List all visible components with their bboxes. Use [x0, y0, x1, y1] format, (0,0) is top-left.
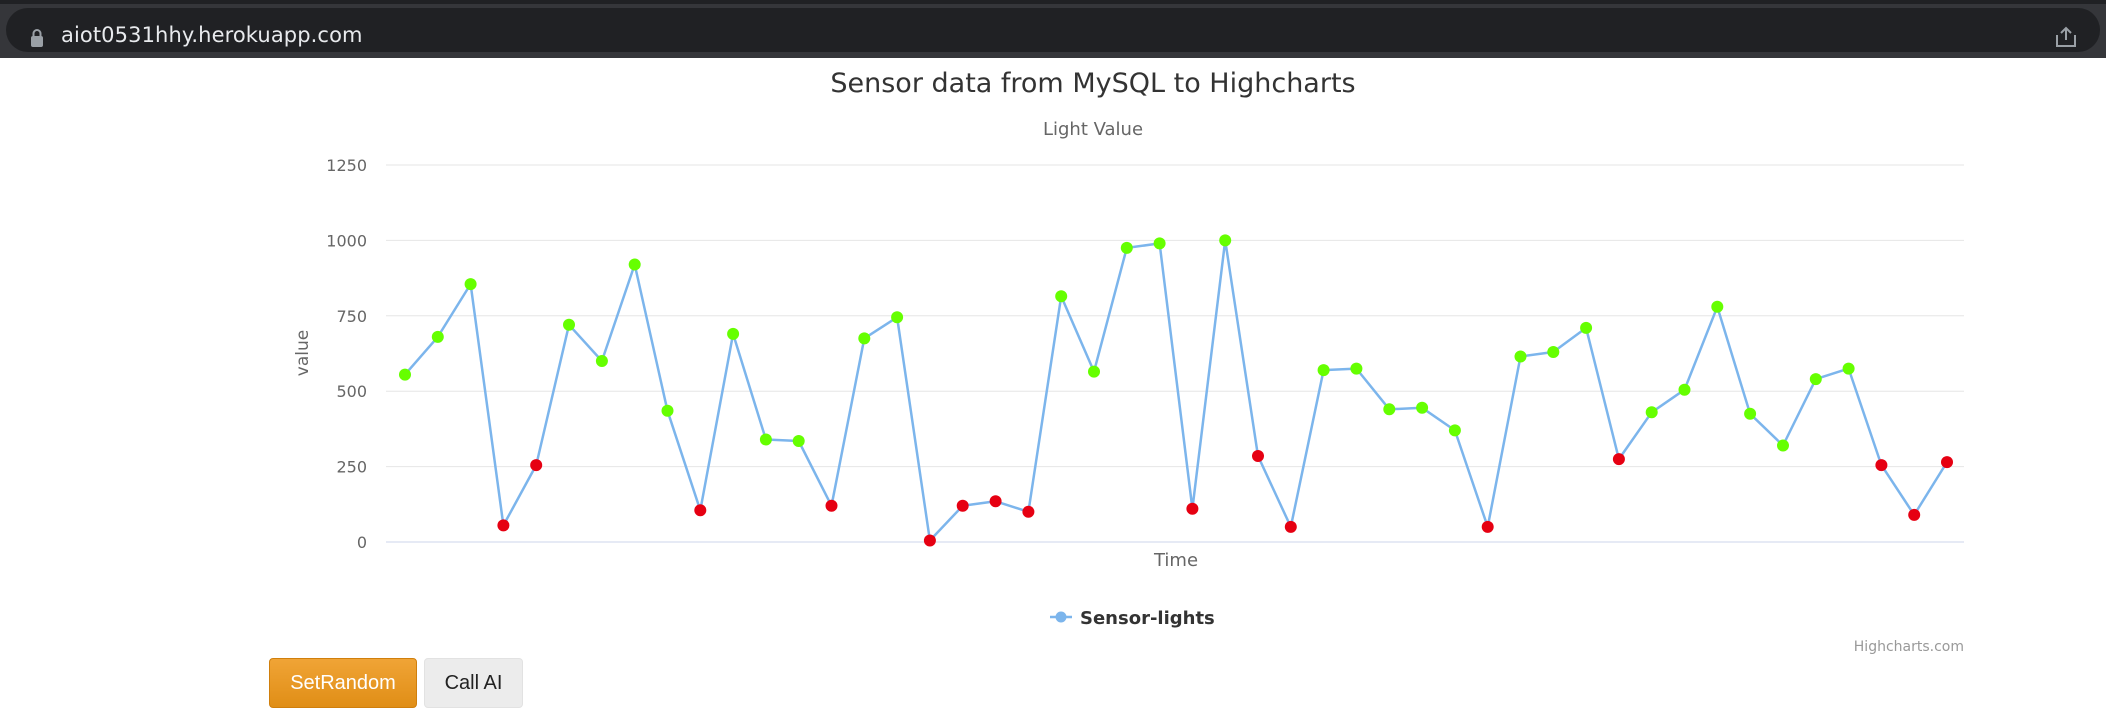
lock-icon[interactable] [30, 28, 44, 48]
data-point[interactable] [1416, 401, 1429, 414]
data-point[interactable] [1153, 237, 1166, 250]
data-point[interactable] [759, 433, 772, 446]
data-point[interactable] [825, 499, 838, 512]
series-sensor-lights[interactable] [399, 234, 1953, 547]
data-point[interactable] [1350, 362, 1363, 375]
data-point[interactable] [1219, 234, 1232, 247]
data-point[interactable] [1941, 456, 1953, 469]
address-bar[interactable]: aiot0531hhy.herokuapp.com [6, 8, 2100, 52]
data-point[interactable] [1842, 362, 1855, 375]
data-point[interactable] [956, 499, 969, 512]
legend-item-label[interactable]: Sensor-lights [1080, 608, 1215, 629]
data-point[interactable] [923, 534, 936, 547]
data-point[interactable] [1809, 373, 1822, 386]
data-point[interactable] [1383, 403, 1396, 416]
series-line [404, 239, 1949, 542]
y-tick-label: 250 [336, 458, 367, 477]
chart-title: Sensor data from MySQL to Highcharts [830, 68, 1355, 99]
credits-link[interactable]: Highcharts.com [1854, 639, 1964, 655]
y-tick-label: 500 [336, 382, 367, 401]
legend-marker-symbol [1055, 611, 1067, 623]
x-axis-label: Time [1153, 550, 1198, 571]
data-point[interactable] [792, 435, 805, 447]
share-icon[interactable] [2054, 25, 2078, 49]
chart-subtitle: Light Value [1043, 119, 1143, 140]
data-point[interactable] [891, 311, 904, 324]
data-point[interactable] [1645, 406, 1658, 419]
data-point[interactable] [1744, 407, 1757, 420]
set-random-button[interactable]: SetRandom [269, 658, 417, 708]
data-point[interactable] [858, 332, 871, 345]
gridlines [386, 164, 1964, 543]
data-point[interactable] [1908, 508, 1921, 521]
call-ai-button[interactable]: Call AI [424, 658, 523, 708]
data-point[interactable] [727, 327, 740, 340]
data-point[interactable] [1875, 459, 1888, 472]
y-axis-ticks: 0 250 500 750 1000 1250 [326, 156, 367, 552]
data-point[interactable] [694, 504, 707, 517]
data-point[interactable] [1317, 364, 1330, 377]
url-text[interactable]: aiot0531hhy.herokuapp.com [61, 23, 363, 47]
data-point[interactable] [989, 495, 1002, 508]
data-point[interactable] [595, 355, 608, 367]
data-point[interactable] [1186, 502, 1199, 515]
data-point[interactable] [1612, 453, 1625, 466]
chart-container: Sensor data from MySQL to Highcharts Lig… [0, 58, 2106, 658]
data-point[interactable] [431, 330, 444, 343]
line-chart: Sensor data from MySQL to Highcharts Lig… [293, 68, 1964, 655]
data-point[interactable] [1580, 321, 1593, 334]
data-point[interactable] [1678, 383, 1691, 396]
y-tick-label: 750 [336, 307, 367, 326]
data-point[interactable] [1284, 520, 1297, 533]
data-point[interactable] [497, 519, 510, 532]
data-point[interactable] [1055, 290, 1068, 303]
data-point[interactable] [661, 404, 674, 417]
y-tick-label: 0 [357, 533, 367, 552]
data-point[interactable] [1547, 346, 1560, 358]
data-point[interactable] [1777, 439, 1789, 452]
data-point[interactable] [1514, 350, 1527, 363]
legend[interactable]: Sensor-lights [1050, 608, 1215, 629]
data-point[interactable] [530, 459, 543, 472]
y-tick-label: 1250 [326, 156, 367, 175]
tab-strip [0, 0, 2106, 4]
browser-toolbar: aiot0531hhy.herokuapp.com [0, 0, 2106, 58]
data-point[interactable] [563, 318, 575, 331]
y-axis-label: value [293, 330, 313, 376]
data-point[interactable] [399, 368, 411, 381]
data-point[interactable] [1252, 450, 1264, 462]
data-point[interactable] [1022, 505, 1035, 518]
data-point[interactable] [1088, 365, 1100, 378]
data-point[interactable] [1711, 300, 1724, 313]
data-point[interactable] [628, 258, 641, 271]
data-point[interactable] [1448, 424, 1461, 437]
y-tick-label: 1000 [326, 231, 367, 250]
data-point[interactable] [1120, 241, 1133, 254]
data-point[interactable] [1481, 520, 1494, 533]
data-point[interactable] [464, 278, 477, 291]
